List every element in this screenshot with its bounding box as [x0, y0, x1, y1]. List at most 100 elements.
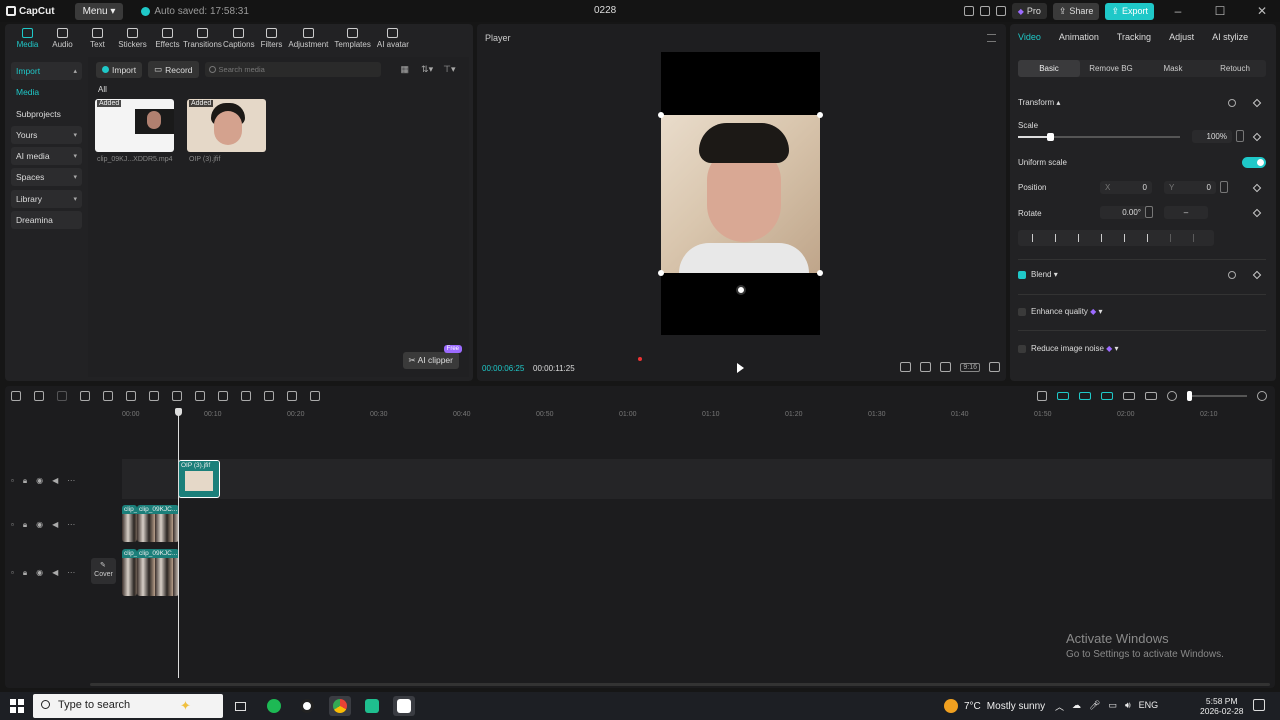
resize-handle-tl[interactable]	[658, 112, 664, 118]
keyframe-icon[interactable]	[1252, 132, 1262, 142]
scale-slider[interactable]	[1018, 133, 1180, 141]
rotate-stepper[interactable]	[1145, 206, 1153, 218]
tab-video[interactable]: Video	[1018, 32, 1041, 42]
select-tool-icon[interactable]	[11, 391, 21, 401]
eye-icon[interactable]: ◉	[36, 476, 43, 486]
tab-audio[interactable]: Audio	[46, 28, 79, 49]
blend-checkbox[interactable]	[1018, 271, 1026, 279]
tab-media[interactable]: Media	[11, 28, 44, 49]
notification-icon[interactable]	[1253, 699, 1265, 711]
scale-field[interactable]: 100%	[1192, 130, 1232, 143]
sidebar-item-subprojects[interactable]: Subprojects	[11, 105, 82, 123]
freeze-icon[interactable]	[264, 391, 274, 401]
tab-text[interactable]: Text	[81, 28, 114, 49]
caption-icon[interactable]	[1145, 392, 1157, 400]
task-view-icon[interactable]	[229, 696, 251, 716]
mirror-icon[interactable]	[218, 391, 228, 401]
sort-icon[interactable]: ⇅▾	[421, 64, 433, 75]
uniform-scale-toggle[interactable]	[1242, 157, 1266, 168]
magic-wand-icon[interactable]	[287, 391, 297, 401]
share-button[interactable]: ⇪ Share	[1052, 2, 1100, 20]
position-stepper[interactable]	[1220, 181, 1228, 193]
ai-clipper-button[interactable]: ✂ AI clipper Free	[402, 345, 462, 369]
play-icon[interactable]	[737, 363, 744, 373]
import-button[interactable]: Import	[96, 61, 143, 78]
media-thumbnail-video[interactable]: Added	[95, 99, 174, 152]
noise-checkbox[interactable]	[1018, 345, 1026, 353]
volume-icon[interactable]: ◀︎	[52, 568, 58, 578]
split-left-icon[interactable]	[103, 391, 113, 401]
menu-icon[interactable]	[987, 34, 996, 42]
canvas-image[interactable]	[661, 115, 820, 273]
lock-icon[interactable]: 🔒︎	[23, 476, 27, 486]
media-thumbnail-image[interactable]: Added	[187, 99, 266, 152]
position-y-field[interactable]: Y 0	[1164, 181, 1216, 194]
shortcuts-icon[interactable]	[979, 6, 990, 16]
timeline-ruler[interactable]: 00:00 00:10 00:20 00:30 00:40 00:50 01:0…	[122, 410, 1272, 422]
taskbar-search[interactable]: Type to search	[33, 694, 223, 718]
rotate-icon[interactable]	[241, 391, 251, 401]
more-icon[interactable]: ···	[67, 568, 75, 578]
undo-icon[interactable]	[34, 391, 44, 401]
app-green-icon[interactable]	[361, 696, 383, 716]
track-thumbnail-icon[interactable]: ▫	[11, 520, 14, 530]
scale-stepper[interactable]	[1236, 130, 1244, 142]
zoom-in-icon[interactable]	[1257, 391, 1267, 401]
tab-ai-avatar[interactable]: AI avatar	[375, 28, 411, 49]
person-icon[interactable]	[310, 391, 320, 401]
delete-icon[interactable]	[149, 391, 159, 401]
sidebar-item-media[interactable]: Media	[11, 83, 82, 101]
sidebar-item-spaces[interactable]: Spaces ▾	[11, 168, 82, 187]
quality-icon[interactable]	[920, 362, 932, 372]
lock-icon[interactable]: 🔒︎	[23, 520, 27, 530]
aspect-ratio-button[interactable]: 9:16	[960, 362, 980, 372]
align-center-v-icon[interactable]	[1123, 234, 1132, 242]
filter-all-label[interactable]: All	[98, 85, 107, 94]
sidebar-item-library[interactable]: Library ▾	[11, 189, 82, 208]
zoom-slider[interactable]	[1187, 391, 1247, 401]
tab-transitions[interactable]: Transitions	[183, 28, 222, 49]
subtab-retouch[interactable]: Retouch	[1204, 60, 1266, 77]
volume-icon[interactable]: ◀︎	[52, 476, 58, 486]
align-top-icon[interactable]	[1100, 234, 1109, 242]
align-bottom-icon[interactable]	[1146, 234, 1155, 242]
video-clip[interactable]: clip_	[122, 505, 137, 542]
preview-axis-icon[interactable]	[1123, 392, 1135, 400]
track-thumbnail-icon[interactable]: ▫	[11, 568, 14, 578]
tab-stickers[interactable]: Stickers	[116, 28, 149, 49]
grid-view-icon[interactable]: ▦	[401, 64, 410, 75]
zoom-out-icon[interactable]	[1167, 391, 1177, 401]
main-video-clip[interactable]: clip_	[122, 549, 137, 596]
sidebar-item-yours[interactable]: Yours ▾	[11, 125, 82, 144]
shield-icon[interactable]	[172, 391, 182, 401]
language-indicator[interactable]: ENG	[1139, 700, 1159, 713]
rotate-handle-icon[interactable]	[736, 285, 746, 295]
keyframe-icon[interactable]	[1252, 270, 1262, 280]
tab-templates[interactable]: Templates	[332, 28, 372, 49]
cover-button[interactable]: ✎ Cover	[91, 558, 116, 584]
sidebar-item-ai-media[interactable]: AI media ▾	[11, 147, 82, 166]
taskbar-clock[interactable]: 5:58 PM 2026-02-28	[1200, 696, 1243, 716]
resize-handle-bl[interactable]	[658, 270, 664, 276]
enhance-checkbox[interactable]	[1018, 308, 1026, 316]
more-icon[interactable]: ···	[67, 476, 75, 486]
transform-header[interactable]: Transform ▴	[1018, 98, 1060, 107]
settings-icon[interactable]	[995, 6, 1006, 16]
noise-header[interactable]: Reduce image noise ◆ ▾	[1031, 344, 1119, 353]
maximize-button[interactable]: ☐	[1202, 4, 1238, 18]
eye-icon[interactable]: ◉	[36, 520, 43, 530]
tab-tracking[interactable]: Tracking	[1117, 32, 1151, 42]
rotate-field[interactable]: 0.00°	[1100, 206, 1146, 219]
tab-filters[interactable]: Filters	[259, 28, 285, 49]
capcut-taskbar-icon[interactable]	[393, 696, 415, 716]
resize-handle-tr[interactable]	[817, 112, 823, 118]
align-center-h-icon[interactable]	[1054, 234, 1063, 242]
more-icon[interactable]: ···	[67, 520, 75, 530]
main-video-clip[interactable]: clip_09KJC...	[137, 549, 179, 596]
search-input[interactable]: Search media	[204, 62, 381, 77]
align-right-icon[interactable]	[1077, 234, 1086, 242]
fullscreen-icon[interactable]	[989, 362, 1000, 372]
windows-start-icon[interactable]	[10, 699, 24, 713]
lock-icon[interactable]: 🔒︎	[23, 568, 27, 578]
microphone-icon[interactable]: 🎤︎	[1089, 700, 1100, 713]
